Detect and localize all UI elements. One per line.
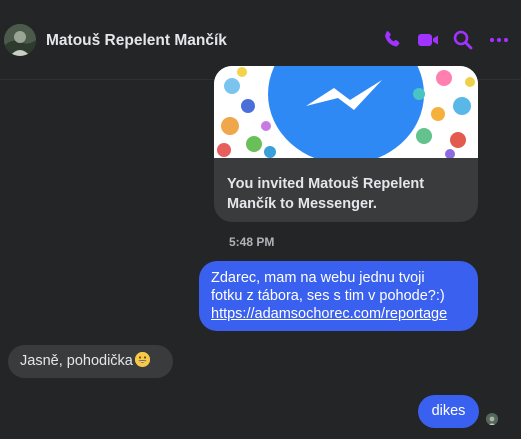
grinning-face-icon [134, 352, 150, 367]
messenger-logo [214, 66, 478, 158]
phone-icon[interactable] [380, 28, 404, 52]
message-timestamp: 5:48 PM [229, 235, 275, 249]
message-line: fotku z tábora, ses s tim v pohode?:) [211, 288, 445, 304]
more-icon[interactable] [487, 28, 511, 52]
contact-name[interactable]: Matouš Repelent Mančík [46, 32, 227, 50]
message-text: Jasně, pohodička [20, 353, 133, 369]
outgoing-message[interactable]: dikes [418, 395, 479, 428]
invite-text: You invited Matouš Repelent Mančík to Me… [227, 176, 425, 212]
message-line: Zdarec, mam na webu jednu tvoji [211, 270, 425, 286]
outgoing-message[interactable]: Zdarec, mam na webu jednu tvoji fotku z … [199, 261, 478, 331]
seen-indicator-avatar [486, 413, 498, 425]
search-icon[interactable] [451, 28, 475, 52]
video-icon[interactable] [416, 28, 440, 52]
invite-card[interactable]: You invited Matouš Repelent Mančík to Me… [214, 66, 478, 222]
contact-avatar[interactable] [4, 24, 36, 56]
message-link[interactable]: https://adamsochorec.com/reportage [211, 305, 466, 323]
incoming-message[interactable]: Jasně, pohodička [8, 345, 173, 378]
